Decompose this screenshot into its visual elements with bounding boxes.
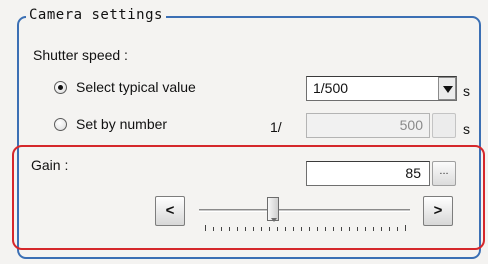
slider-tick	[309, 227, 310, 231]
slider-tick	[301, 227, 302, 231]
slider-tick	[325, 227, 326, 231]
gain-slider-thumb[interactable]	[267, 197, 279, 222]
slider-tick	[245, 227, 246, 231]
slider-tick	[253, 227, 254, 231]
number-prefix-label: 1/	[270, 119, 282, 135]
slider-tick	[397, 227, 398, 231]
gain-increment-button[interactable]: >	[423, 196, 453, 226]
slider-tick	[237, 227, 238, 231]
slider-tick	[293, 227, 294, 231]
select-typical-value-label[interactable]: Select typical value	[76, 79, 196, 95]
chevron-down-icon[interactable]	[438, 77, 456, 100]
typical-value-dropdown[interactable]: 1/500	[306, 76, 457, 101]
slider-tick	[405, 225, 406, 231]
slider-tick	[221, 227, 222, 231]
shutter-number-input: 500	[306, 113, 430, 138]
gain-slider-track[interactable]	[199, 209, 410, 212]
slider-tick	[357, 227, 358, 231]
slider-tick	[341, 227, 342, 231]
shutter-speed-label: Shutter speed :	[33, 47, 128, 63]
slider-tick	[269, 227, 270, 231]
slider-tick	[205, 225, 206, 231]
gain-label: Gain :	[31, 157, 69, 173]
slider-tick	[349, 227, 350, 231]
set-by-number-label[interactable]: Set by number	[76, 116, 167, 132]
gain-value-input[interactable]: 85	[306, 161, 430, 186]
typical-value-text: 1/500	[313, 80, 349, 96]
shutter-number-ellipsis-button	[432, 113, 456, 138]
slider-tick	[365, 227, 366, 231]
shutter-number-unit: s	[463, 121, 470, 137]
slider-tick	[317, 227, 318, 231]
camera-settings-title: Camera settings	[26, 7, 166, 23]
slider-tick	[381, 227, 382, 231]
shutter-number-value: 500	[399, 117, 423, 133]
slider-tick	[277, 227, 278, 231]
typical-value-unit: s	[463, 83, 470, 99]
select-typical-value-radio[interactable]	[54, 81, 67, 94]
slider-tick	[285, 227, 286, 231]
slider-tick	[261, 227, 262, 231]
gain-value-text: 85	[405, 165, 421, 181]
set-by-number-radio[interactable]	[54, 118, 67, 131]
gain-ellipsis-button[interactable]: ...	[432, 161, 456, 186]
slider-tick	[373, 227, 374, 231]
slider-tick	[229, 227, 230, 231]
slider-tick	[389, 227, 390, 231]
gain-decrement-button[interactable]: <	[155, 196, 185, 226]
slider-tick	[333, 227, 334, 231]
slider-tick	[213, 227, 214, 231]
